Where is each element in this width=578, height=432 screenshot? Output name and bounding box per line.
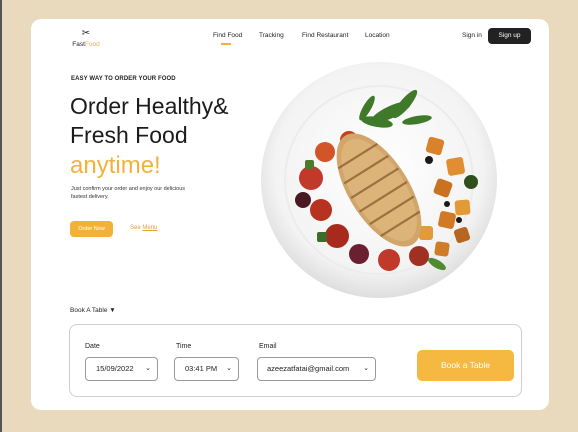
chevron-down-icon: ⌄ (145, 365, 151, 372)
time-select[interactable]: 03:41 PM ⌄ (174, 357, 239, 381)
time-label: Time (176, 343, 192, 350)
window-edge (0, 0, 2, 432)
brand-logo[interactable]: ✂ FastFood (68, 28, 104, 56)
hero-subtext: Just confirm your order and enjoy our de… (71, 186, 186, 200)
see-menu-link[interactable]: See Menu (130, 225, 157, 231)
food-plate-image (261, 62, 497, 298)
nav-find-food[interactable]: Find Food (213, 32, 242, 39)
landing-card: ✂ FastFood Find Food Tracking Find Resta… (31, 19, 549, 410)
hero-headline: Order Healthy& Fresh Food anytime! (70, 92, 229, 181)
email-select[interactable]: azeezatfatai@gmail.com ⌄ (257, 357, 376, 381)
book-a-table-button[interactable]: Book a Table (417, 350, 514, 381)
nav-location[interactable]: Location (365, 32, 390, 39)
chevron-down-icon: ⌄ (363, 365, 369, 372)
date-label: Date (85, 343, 100, 350)
headline-line-2: Fresh Food (70, 122, 188, 148)
brand-name: FastFood (72, 41, 100, 48)
sign-in-link[interactable]: Sign in (462, 32, 482, 39)
headline-line-1: Order Healthy& (70, 93, 229, 119)
sign-up-button[interactable]: Sign up (488, 28, 531, 44)
email-label: Email (259, 343, 277, 350)
nav-tracking[interactable]: Tracking (259, 32, 284, 39)
chevron-down-icon: ⌄ (226, 365, 232, 372)
order-now-button[interactable]: Order Now (70, 221, 113, 237)
date-select[interactable]: 15/09/2022 ⌄ (85, 357, 158, 381)
cutlery-icon: ✂ (81, 28, 91, 39)
caret-down-icon: ▼ (109, 307, 116, 314)
hero-eyebrow: EASY WAY TO ORDER YOUR FOOD (71, 76, 176, 82)
nav-active-indicator (221, 43, 231, 45)
book-table-toggle[interactable]: Book A Table ▼ (70, 307, 116, 314)
book-table-panel: Date 15/09/2022 ⌄ Time 03:41 PM ⌄ Email … (69, 324, 522, 397)
nav-find-restaurant[interactable]: Find Restaurant (302, 32, 348, 39)
headline-accent: anytime! (70, 152, 161, 179)
